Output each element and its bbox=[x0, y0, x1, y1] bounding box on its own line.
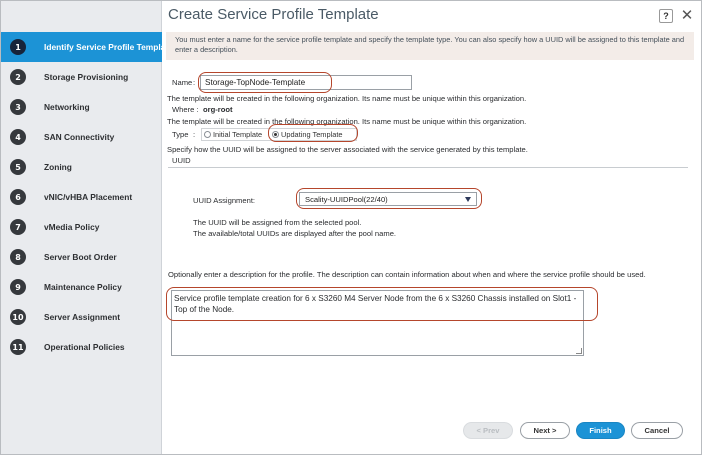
help-button[interactable]: ? bbox=[659, 9, 673, 23]
step-label: Operational Policies bbox=[44, 342, 125, 352]
chevron-down-icon bbox=[465, 197, 471, 202]
cancel-button[interactable]: Cancel bbox=[631, 422, 683, 439]
wizard-steps-sidebar: 1 Identify Service Profile Template 2 St… bbox=[1, 1, 173, 454]
radio-initial-template[interactable]: Initial Template bbox=[204, 130, 262, 139]
radio-circle-icon bbox=[204, 131, 211, 138]
step-san-connectivity[interactable]: 4 SAN Connectivity bbox=[1, 122, 162, 152]
uuid-note: Specify how the UUID will be assigned to… bbox=[167, 145, 528, 154]
dialog-title: Create Service Profile Template bbox=[168, 6, 379, 23]
radio-updating-template[interactable]: Updating Template bbox=[272, 130, 343, 139]
org-note: The template will be created in the foll… bbox=[167, 94, 527, 103]
radio-label: Updating Template bbox=[281, 130, 343, 139]
step-number: 3 bbox=[10, 99, 26, 115]
org-note-2: The template will be created in the foll… bbox=[167, 117, 527, 126]
description-prompt: Optionally enter a description for the p… bbox=[168, 270, 646, 279]
step-number: 1 bbox=[10, 39, 26, 55]
name-input[interactable]: Storage-TopNode-Template bbox=[200, 75, 412, 90]
step-label: Identify Service Profile Template bbox=[44, 42, 173, 52]
step-number: 7 bbox=[10, 219, 26, 235]
section-divider bbox=[168, 167, 688, 168]
uuid-assignment-select[interactable]: Scality-UUIDPool(22/40) bbox=[299, 192, 477, 206]
step-label: vNIC/vHBA Placement bbox=[44, 192, 133, 202]
step-label: Maintenance Policy bbox=[44, 282, 122, 292]
step-label: Networking bbox=[44, 102, 90, 112]
name-colon: : bbox=[193, 78, 196, 87]
step-vmedia-policy[interactable]: 7 vMedia Policy bbox=[1, 212, 162, 242]
close-icon[interactable]: ✕ bbox=[679, 6, 695, 24]
step-networking[interactable]: 3 Networking bbox=[1, 92, 162, 122]
next-button[interactable]: Next > bbox=[520, 422, 570, 439]
radio-label: Initial Template bbox=[213, 130, 263, 139]
step-label: Server Boot Order bbox=[44, 252, 117, 262]
step-number: 6 bbox=[10, 189, 26, 205]
description-text: Service profile template creation for 6 … bbox=[174, 294, 577, 314]
uuid-pool-note-1: The UUID will be assigned from the selec… bbox=[193, 218, 362, 227]
uuid-assignment-label: UUID Assignment: bbox=[193, 196, 256, 205]
step-label: Server Assignment bbox=[44, 312, 121, 322]
info-banner: You must enter a name for the service pr… bbox=[166, 32, 694, 60]
step-label: SAN Connectivity bbox=[44, 132, 115, 142]
step-maintenance-policy[interactable]: 9 Maintenance Policy bbox=[1, 272, 162, 302]
step-number: 8 bbox=[10, 249, 26, 265]
step-server-boot-order[interactable]: 8 Server Boot Order bbox=[1, 242, 162, 272]
description-textarea[interactable]: Service profile template creation for 6 … bbox=[171, 290, 584, 356]
type-label: Type bbox=[172, 130, 189, 139]
step-number: 5 bbox=[10, 159, 26, 175]
step-label: Zoning bbox=[44, 162, 72, 172]
uuid-heading: UUID bbox=[172, 156, 191, 165]
step-label: vMedia Policy bbox=[44, 222, 100, 232]
finish-button[interactable]: Finish bbox=[576, 422, 625, 439]
type-colon: : bbox=[193, 130, 196, 139]
step-number: 9 bbox=[10, 279, 26, 295]
step-number: 2 bbox=[10, 69, 26, 85]
step-number: 10 bbox=[10, 309, 26, 325]
uuid-pool-note-2: The available/total UUIDs are displayed … bbox=[193, 229, 397, 238]
step-operational-policies[interactable]: 11 Operational Policies bbox=[1, 332, 162, 362]
step-server-assignment[interactable]: 10 Server Assignment bbox=[1, 302, 162, 332]
prev-button[interactable]: < Prev bbox=[463, 422, 513, 439]
step-number: 4 bbox=[10, 129, 26, 145]
radio-selected-icon bbox=[272, 131, 279, 138]
uuid-assignment-value: Scality-UUIDPool(22/40) bbox=[305, 195, 388, 204]
step-number: 11 bbox=[10, 339, 26, 355]
step-label: Storage Provisioning bbox=[44, 72, 129, 82]
step-storage-provisioning[interactable]: 2 Storage Provisioning bbox=[1, 62, 162, 92]
resize-grip-icon[interactable] bbox=[576, 348, 582, 354]
step-vnic-vhba-placement[interactable]: 6 vNIC/vHBA Placement bbox=[1, 182, 162, 212]
where-label: Where : bbox=[172, 105, 199, 114]
step-zoning[interactable]: 5 Zoning bbox=[1, 152, 162, 182]
where-value: org-root bbox=[203, 105, 233, 114]
name-label: Name bbox=[172, 78, 193, 87]
step-identify-service-profile-template[interactable]: 1 Identify Service Profile Template bbox=[1, 32, 173, 62]
